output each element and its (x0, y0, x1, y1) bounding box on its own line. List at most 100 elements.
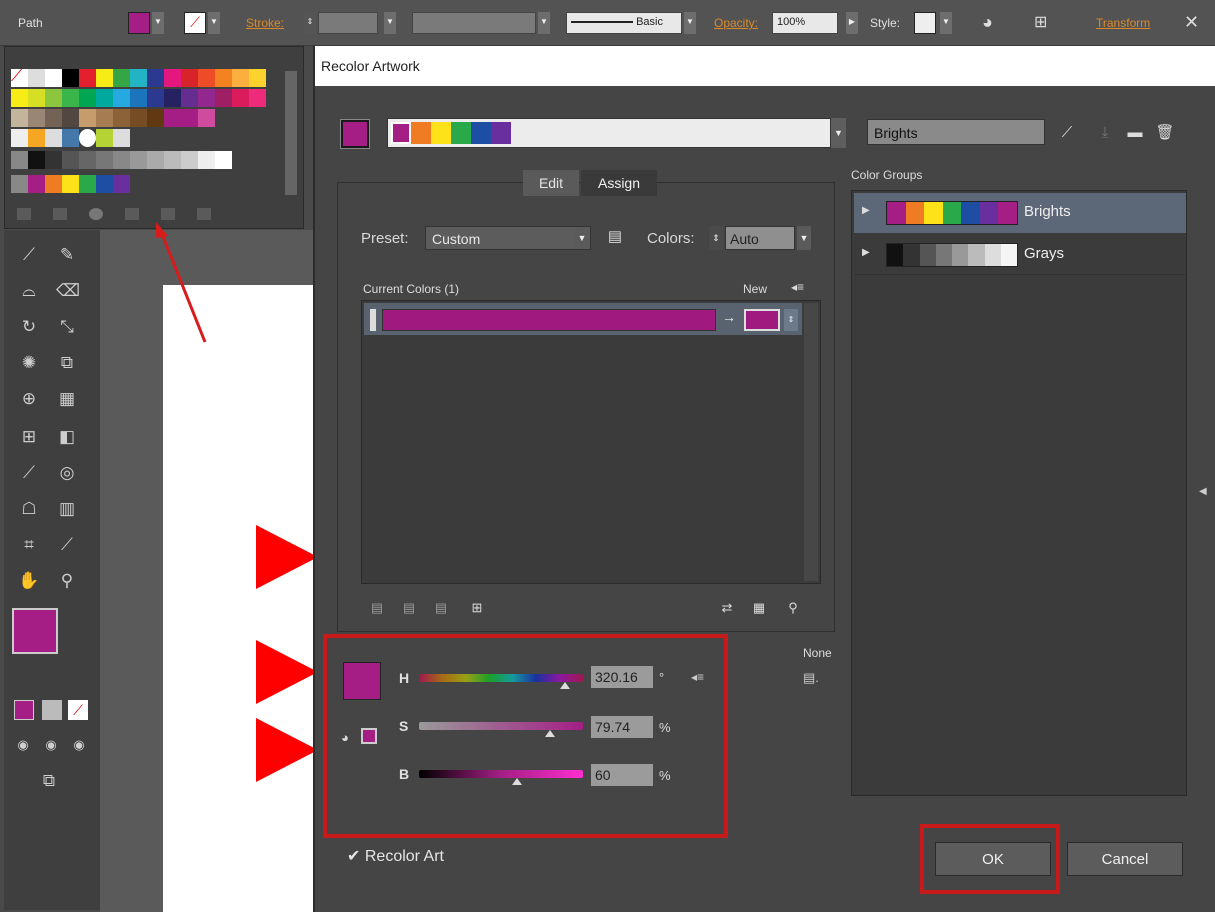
screen-mode-icon[interactable]: ⧉ (38, 770, 60, 792)
active-color-swatch[interactable] (341, 120, 369, 148)
harmony-color[interactable] (411, 122, 431, 144)
column-graph-tool-icon[interactable]: ▥ (56, 498, 78, 520)
none-swatch[interactable]: ⟋ (11, 69, 28, 87)
swatch[interactable] (62, 69, 79, 87)
blend-tool-icon[interactable]: ◎ (56, 462, 78, 484)
opacity-dropdown[interactable]: ▶ (846, 12, 858, 34)
new-color-swatch[interactable] (744, 309, 780, 331)
colors-list-scrollbar[interactable] (804, 303, 818, 581)
swatch[interactable] (215, 69, 232, 87)
draw-inside-icon[interactable]: ◉ (68, 734, 90, 756)
zoom-tool-icon[interactable]: ⚲ (56, 570, 78, 592)
brush-definition[interactable]: Basic (566, 12, 682, 34)
hue-slider-knob[interactable] (559, 682, 570, 689)
pencil-tool-icon[interactable]: ✎ (56, 244, 78, 266)
show-kinds-icon[interactable] (53, 208, 67, 220)
color-mode-icon[interactable]: ◕ (341, 730, 349, 745)
registration-swatch[interactable] (28, 69, 45, 87)
color-group-row[interactable]: ▶ Grays (854, 235, 1186, 275)
artwork-triangle-3[interactable] (256, 718, 318, 782)
arrow-right-icon[interactable]: → (722, 309, 736, 325)
colors-count-field[interactable]: Auto (725, 226, 795, 250)
stroke-dropdown[interactable]: ▼ (208, 12, 220, 34)
hsb-color-swatch[interactable] (343, 662, 381, 700)
transform-label[interactable]: Transform (1096, 12, 1150, 34)
eyedropper-tool-icon[interactable]: ⟋ (18, 462, 40, 484)
harmony-color[interactable] (451, 122, 471, 144)
gradient-mode-button[interactable] (42, 700, 62, 720)
color-group-strip[interactable] (886, 243, 1018, 267)
recolor-artwork-icon[interactable]: ◕ (982, 12, 993, 34)
slice-tool-icon[interactable]: ⟋ (56, 534, 78, 556)
saturation-slider[interactable] (419, 722, 583, 730)
swatch[interactable] (249, 69, 266, 87)
preset-dropdown-arrow[interactable]: ▼ (575, 227, 589, 249)
swatch[interactable] (45, 69, 62, 87)
randomly-change-order-icon[interactable]: ⇄ (717, 600, 737, 618)
swatch[interactable] (232, 69, 249, 87)
blob-brush-tool-icon[interactable]: ⌓ (18, 280, 40, 302)
colors-dropdown-arrow[interactable]: ▼ (797, 226, 811, 250)
tab-assign[interactable]: Assign (581, 170, 657, 196)
isolate-icon[interactable]: ✕ (1184, 12, 1199, 34)
eraser-tool-icon[interactable]: ⌫ (56, 280, 80, 302)
new-color-dropdown[interactable]: ⇕ (784, 309, 798, 331)
color-reduction-options-icon[interactable]: ▤ (605, 226, 625, 248)
saturation-slider-knob[interactable] (544, 730, 555, 737)
align-icon[interactable]: ⊞ (1034, 12, 1047, 34)
randomly-change-saturation-icon[interactable]: ▦ (749, 600, 769, 618)
none-mode-button[interactable]: ⟋ (68, 700, 88, 720)
stroke-weight-dropdown[interactable]: ▼ (384, 12, 396, 34)
expand-arrow-icon[interactable]: ▶ (862, 205, 870, 216)
harmony-rules-dropdown[interactable]: ▼ (831, 118, 846, 148)
new-color-group-icon[interactable] (125, 208, 139, 220)
edit-color-group-icon[interactable] (89, 208, 103, 220)
draw-normal-icon[interactable]: ◉ (12, 734, 34, 756)
color-row[interactable]: → ⇕ (364, 303, 802, 335)
fill-color-box[interactable] (12, 608, 58, 654)
perspective-grid-tool-icon[interactable]: ▦ (56, 388, 78, 410)
row-handle[interactable] (370, 309, 376, 331)
color-group-strip[interactable] (886, 201, 1018, 225)
symbol-sprayer-tool-icon[interactable]: ☖ (18, 498, 40, 520)
mesh-tool-icon[interactable]: ⊞ (18, 426, 40, 448)
current-color-bar[interactable] (382, 309, 716, 331)
draw-behind-icon[interactable]: ◉ (40, 734, 62, 756)
swatch[interactable] (164, 69, 181, 87)
swatches-scrollbar[interactable] (285, 71, 297, 195)
artboard[interactable] (163, 285, 315, 912)
style-swatch[interactable] (914, 12, 936, 34)
colors-stepper[interactable]: ⇕ (709, 226, 723, 250)
new-color-group-icon[interactable]: ▬ (1125, 122, 1145, 144)
saturation-value-field[interactable]: 79.74 (591, 716, 653, 738)
delete-icon[interactable]: 🗑 (1155, 122, 1175, 144)
separate-colors-icon[interactable]: ▤ (399, 600, 419, 618)
brightness-slider[interactable] (419, 770, 583, 778)
brightness-slider-knob[interactable] (512, 778, 523, 785)
color-mode-button[interactable] (14, 700, 34, 720)
new-row-icon[interactable]: ⊞ (467, 600, 487, 618)
collapse-panel-icon[interactable]: ◀ (1199, 486, 1207, 497)
fill-dropdown[interactable]: ▼ (152, 12, 164, 34)
recolor-art-checkbox[interactable]: ✔ Recolor Art (347, 846, 444, 866)
list-options-icon[interactable]: ◂≡ (791, 280, 804, 294)
coloring-method-icon[interactable]: ▤. (803, 670, 829, 688)
find-colors-icon[interactable]: ⚲ (783, 600, 803, 618)
swatch[interactable] (147, 69, 164, 87)
new-swatch-icon[interactable] (161, 208, 175, 220)
swatch[interactable] (198, 69, 215, 87)
color-group-row[interactable]: ▶ Brights (854, 193, 1186, 233)
hsb-options-icon[interactable]: ◂≡ (691, 670, 704, 684)
swatch-libraries-icon[interactable] (17, 208, 31, 220)
harmony-color[interactable] (431, 122, 451, 144)
swatch[interactable] (96, 69, 113, 87)
swatch[interactable] (130, 69, 147, 87)
opacity-field[interactable]: 100% (772, 12, 838, 34)
exclude-colors-icon[interactable]: ▤ (431, 600, 451, 618)
swatch[interactable] (79, 69, 96, 87)
expand-arrow-icon[interactable]: ▶ (862, 247, 870, 258)
preset-dropdown[interactable]: Custom (425, 226, 591, 250)
hsb-small-swatch[interactable] (361, 728, 377, 744)
swatch[interactable] (181, 69, 198, 87)
delete-swatch-icon[interactable] (197, 208, 211, 220)
